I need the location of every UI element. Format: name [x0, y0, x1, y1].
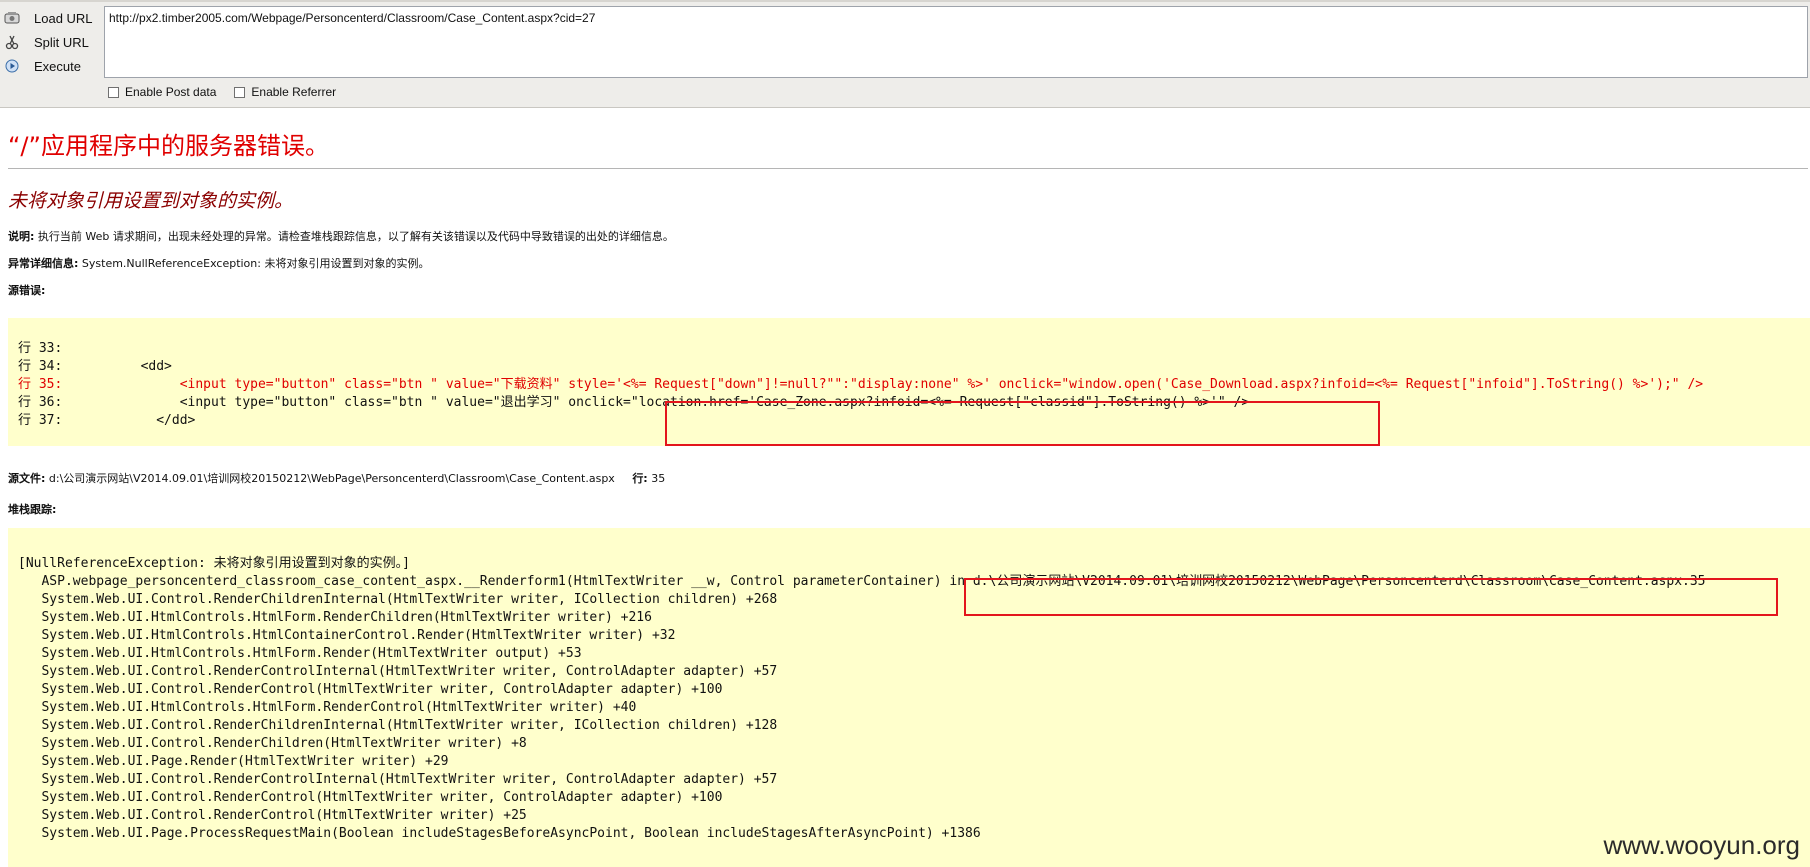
page-title: “/”应用程序中的服务器错误。	[8, 132, 329, 160]
source-error-heading: 源错误:	[8, 282, 45, 298]
load-url-button[interactable]: Load URL	[0, 6, 104, 30]
source-error-label: 源错误:	[8, 284, 46, 297]
enable-post-data-checkbox[interactable]: Enable Post data	[108, 85, 216, 99]
description-row: 说明: 执行当前 Web 请求期间，出现未经处理的异常。请检查堆栈跟踪信息，以了…	[8, 228, 674, 244]
annotation-highlight-box	[665, 401, 1380, 446]
exception-text: System.NullReferenceException: 未将对象引用设置到…	[81, 257, 430, 270]
enable-referrer-checkbox[interactable]: Enable Referrer	[234, 85, 336, 99]
watermark: www.wooyun.org	[1603, 830, 1800, 860]
source-code-block: 行 33: 行 34: <dd> 行 35: <input type="butt…	[8, 318, 1810, 446]
stack-line: System.Web.UI.Control.RenderControlInter…	[18, 664, 778, 679]
execute-button[interactable]: Execute	[0, 54, 104, 78]
stack-line: System.Web.UI.HtmlControls.HtmlContainer…	[18, 628, 676, 643]
execute-label: Execute	[34, 58, 81, 74]
stack-line: System.Web.UI.Control.RenderControlInter…	[18, 772, 778, 787]
stack-line: System.Web.UI.Control.RenderControl(Html…	[18, 790, 723, 805]
checkbox-box[interactable]	[234, 86, 246, 98]
stack-line: System.Web.UI.Page.ProcessRequestMain(Bo…	[18, 826, 981, 841]
source-line: 行 37: </dd>	[18, 413, 196, 428]
stack-line: System.Web.UI.Control.RenderChildrenInte…	[18, 592, 778, 607]
hackbar-toolbar: Load URL Split URL Execute Enable Post d…	[0, 0, 1810, 108]
hackbar-actions: Load URL Split URL Execute	[0, 6, 104, 78]
description-text: 执行当前 Web 请求期间，出现未经处理的异常。请检查堆栈跟踪信息，以了解有关该…	[37, 230, 674, 243]
toolbar-top-line	[0, 0, 1810, 2]
url-input[interactable]	[104, 6, 1808, 78]
load-url-icon	[4, 10, 20, 26]
split-url-icon	[4, 34, 20, 50]
stack-line: System.Web.UI.HtmlControls.HtmlForm.Rend…	[18, 646, 582, 661]
stack-line: System.Web.UI.Page.Render(HtmlTextWriter…	[18, 754, 449, 769]
enable-referrer-label: Enable Referrer	[251, 85, 337, 99]
stack-trace-heading: 堆栈跟踪:	[8, 501, 56, 517]
source-line: 行 34: <dd>	[18, 359, 172, 374]
annotation-highlight-box	[964, 578, 1778, 616]
stack-line: System.Web.UI.Control.RenderControl(Html…	[18, 808, 527, 823]
exception-row: 异常详细信息: System.NullReferenceException: 未…	[8, 255, 429, 271]
hackbar-options: Enable Post data Enable Referrer	[108, 85, 354, 99]
line-number: 35	[651, 472, 666, 485]
stack-line: System.Web.UI.Control.RenderControl(Html…	[18, 682, 723, 697]
split-url-button[interactable]: Split URL	[0, 30, 104, 54]
source-line-error: 行 35: <input type="button" class="btn " …	[18, 377, 1704, 392]
enable-post-data-label: Enable Post data	[125, 85, 217, 99]
title-divider	[8, 168, 1808, 169]
execute-icon	[4, 58, 20, 74]
source-file-label: 源文件:	[8, 472, 46, 485]
source-line: 行 33:	[18, 341, 63, 356]
source-file-path: d:\公司演示网站\V2014.09.01\培训网校20150212\WebPa…	[48, 472, 615, 485]
load-url-label: Load URL	[34, 10, 93, 26]
stack-trace-label: 堆栈跟踪:	[8, 503, 57, 516]
stack-trace-block: [NullReferenceException: 未将对象引用设置到对象的实例。…	[8, 528, 1810, 867]
split-url-label: Split URL	[34, 34, 89, 50]
stack-line: [NullReferenceException: 未将对象引用设置到对象的实例。…	[18, 556, 410, 571]
stack-line: System.Web.UI.HtmlControls.HtmlForm.Rend…	[18, 610, 652, 625]
stack-line: System.Web.UI.Control.RenderChildrenInte…	[18, 718, 778, 733]
stack-line: System.Web.UI.Control.RenderChildren(Htm…	[18, 736, 527, 751]
checkbox-box[interactable]	[108, 86, 119, 98]
line-label: 行:	[632, 472, 648, 485]
exception-label: 异常详细信息:	[8, 257, 79, 270]
stack-line: System.Web.UI.HtmlControls.HtmlForm.Rend…	[18, 700, 637, 715]
source-file-row: 源文件: d:\公司演示网站\V2014.09.01\培训网校20150212\…	[8, 470, 665, 486]
description-label: 说明:	[8, 230, 35, 243]
error-subtitle: 未将对象引用设置到对象的实例。	[8, 190, 294, 212]
